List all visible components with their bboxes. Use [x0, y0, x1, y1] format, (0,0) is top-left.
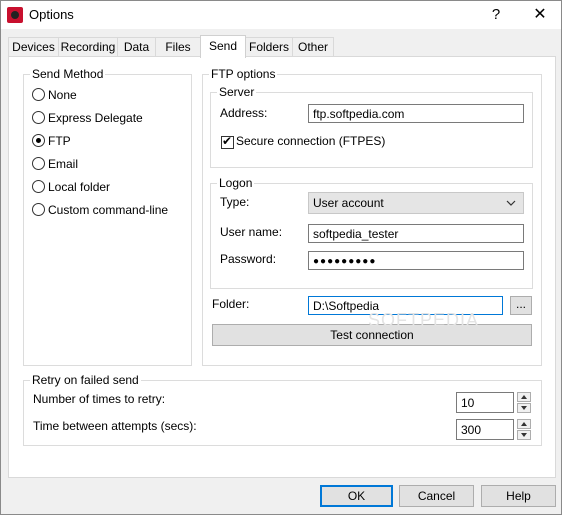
send-method-group: Send Method None Express Delegate FTP Em…	[23, 67, 192, 366]
tab-files[interactable]: Files	[155, 37, 201, 57]
tab-other[interactable]: Other	[292, 37, 334, 57]
send-tab-panel: Send Method None Express Delegate FTP Em…	[8, 56, 556, 478]
radio-email-label: Email	[48, 157, 79, 171]
send-method-label: Send Method	[30, 67, 106, 81]
help-title-button[interactable]: ?	[481, 4, 511, 26]
type-label: Type:	[220, 195, 250, 209]
tab-data[interactable]: Data	[117, 37, 156, 57]
username-label: User name:	[220, 225, 283, 239]
folder-label: Folder:	[212, 297, 250, 311]
ftp-options-group: FTP options Server Address: ftp.softpedi…	[202, 67, 542, 366]
window-title: Options	[29, 7, 74, 22]
radio-express-delegate-label: Express Delegate	[48, 111, 143, 125]
watermark-logo: SOFTPEDIA	[368, 310, 480, 330]
retry-times-label: Number of times to retry:	[33, 392, 166, 406]
spin-up-icon[interactable]	[517, 392, 531, 402]
checkmark-icon: ✔	[222, 134, 233, 148]
radio-local-folder-label: Local folder	[48, 180, 111, 194]
ftp-options-label: FTP options	[209, 67, 278, 81]
address-label: Address:	[220, 106, 268, 120]
password-input[interactable]: ●●●●●●●●●	[308, 251, 524, 270]
radio-email-button[interactable]	[32, 157, 45, 170]
radio-ftp-button[interactable]	[32, 134, 45, 147]
secure-connection-checkbox[interactable]: ✔	[221, 134, 234, 149]
tab-devices[interactable]: Devices	[8, 37, 59, 57]
radio-ftp-label: FTP	[48, 134, 71, 148]
retry-between-spinner[interactable]	[517, 419, 531, 440]
browse-folder-button[interactable]: ...	[510, 296, 532, 315]
logon-type-value: User account	[313, 196, 384, 210]
retry-group: Retry on failed send Number of times to …	[23, 373, 542, 446]
radio-none-label: None	[48, 88, 77, 102]
radio-custom-command-label: Custom command-line	[48, 203, 169, 217]
ok-button[interactable]: OK	[320, 485, 393, 507]
retry-between-label: Time between attempts (secs):	[33, 419, 197, 433]
options-dialog: Options ? ✕ Devices Recording Data Files…	[0, 0, 562, 515]
retry-times-input[interactable]: 10	[456, 392, 514, 413]
chevron-down-icon	[506, 200, 516, 206]
password-label: Password:	[220, 252, 277, 266]
server-group: Server Address: ftp.softpedia.com ✔ Secu…	[210, 85, 533, 168]
logon-type-select[interactable]: User account	[308, 192, 524, 214]
title-bar: Options ? ✕	[1, 1, 561, 29]
server-label: Server	[217, 85, 257, 99]
tab-send[interactable]: Send	[200, 35, 246, 58]
radio-custom-command-button[interactable]	[32, 203, 45, 216]
app-icon	[7, 7, 23, 23]
logon-group: Logon Type: User account User name: soft…	[210, 176, 533, 289]
retry-between-input[interactable]: 300	[456, 419, 514, 440]
radio-local-folder-button[interactable]	[32, 180, 45, 193]
retry-times-spinner[interactable]	[517, 392, 531, 413]
logon-label: Logon	[217, 176, 255, 190]
username-input[interactable]: softpedia_tester	[308, 224, 524, 243]
radio-express-delegate-button[interactable]	[32, 111, 45, 124]
radio-none-button[interactable]	[32, 88, 45, 101]
tab-folders[interactable]: Folders	[245, 37, 293, 57]
cancel-button[interactable]: Cancel	[399, 485, 474, 507]
retry-label: Retry on failed send	[30, 373, 141, 387]
address-input[interactable]: ftp.softpedia.com	[308, 104, 524, 123]
close-button[interactable]: ✕	[525, 4, 555, 26]
spin-up-icon[interactable]	[517, 419, 531, 429]
tab-recording[interactable]: Recording	[58, 37, 118, 57]
secure-connection-label: Secure connection (FTPES)	[236, 134, 386, 148]
spin-down-icon[interactable]	[517, 430, 531, 440]
help-button[interactable]: Help	[481, 485, 556, 507]
spin-down-icon[interactable]	[517, 403, 531, 413]
